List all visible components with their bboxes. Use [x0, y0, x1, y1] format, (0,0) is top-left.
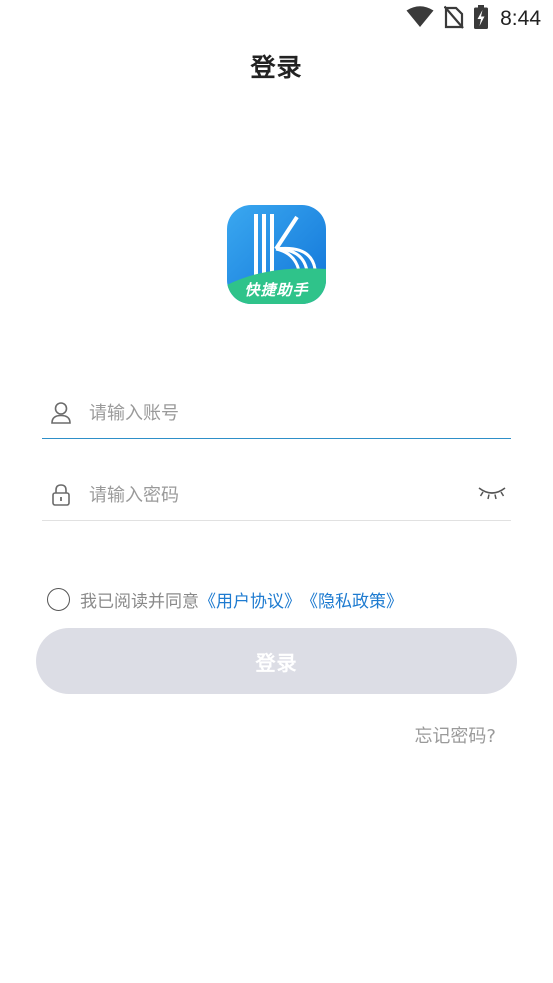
no-sim-icon [443, 5, 464, 33]
app-logo: 快捷助手 [227, 205, 326, 304]
password-input[interactable] [89, 481, 479, 509]
user-icon [50, 401, 72, 425]
agreement-checkbox[interactable] [47, 587, 70, 611]
lock-icon [50, 483, 72, 507]
password-field [42, 470, 511, 521]
agreement-text: 我已阅读并同意 [80, 591, 199, 612]
forgot-password-link[interactable]: 忘记密码? [414, 722, 496, 748]
privacy-policy-link[interactable]: 《隐私政策》 [301, 587, 403, 612]
status-icons: 8:44 [406, 5, 541, 33]
user-agreement-link[interactable]: 《用户协议》 [199, 587, 301, 612]
account-field [42, 388, 511, 439]
page-title: 登录 [250, 53, 303, 82]
account-input[interactable] [89, 399, 479, 427]
login-button[interactable]: 登录 [36, 628, 517, 694]
wifi-icon [406, 6, 434, 32]
logo-caption: 快捷助手 [244, 281, 309, 299]
eye-closed-icon[interactable] [477, 484, 507, 504]
battery-charging-icon [474, 5, 489, 33]
status-time: 8:44 [500, 7, 541, 30]
agreement-row: 我已阅读并同意 《用户协议》 《隐私政策》 [47, 586, 403, 612]
status-bar: 8:44 [0, 0, 553, 38]
